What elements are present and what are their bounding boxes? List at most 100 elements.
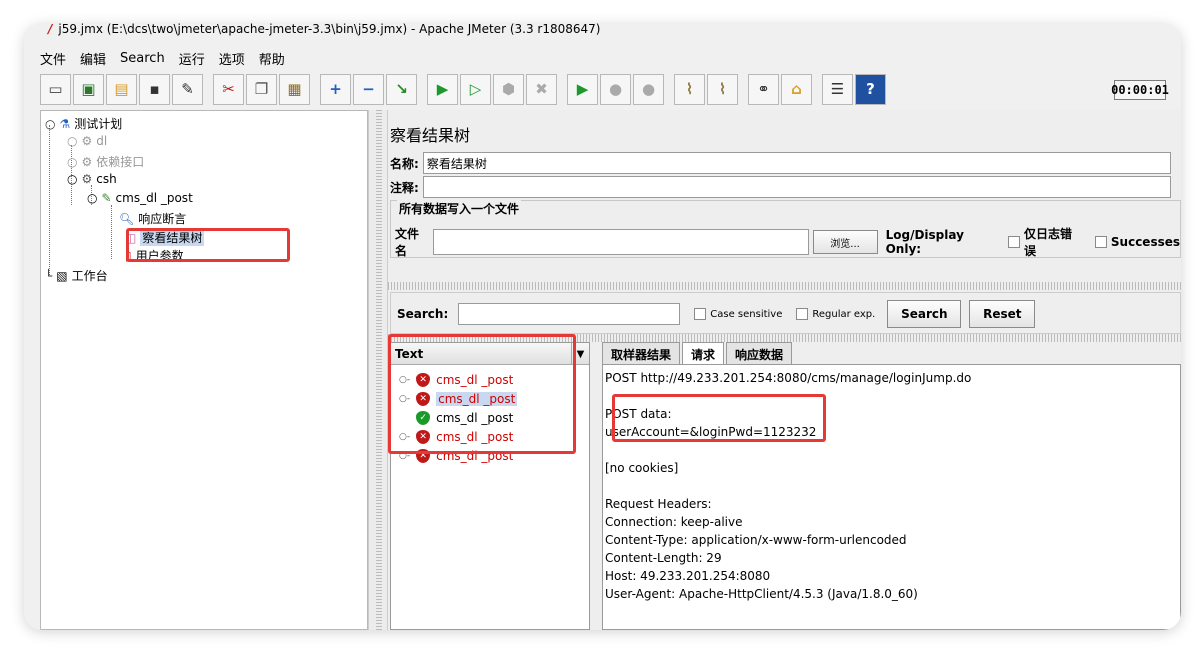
pipette-icon: ✎ bbox=[101, 191, 112, 205]
collapse-icon[interactable]: − bbox=[353, 73, 384, 105]
request-line: Host: 49.233.201.254:8080 bbox=[605, 569, 771, 583]
stop-icon[interactable]: ⬢ bbox=[493, 73, 524, 105]
window-title-bar: / j59.jmx (E:\dcs\two\jmeter\apache-jmet… bbox=[48, 22, 600, 36]
request-line bbox=[605, 441, 1178, 459]
detail-tabs: 取样器结果 请求 响应数据 bbox=[602, 342, 793, 364]
menu-file[interactable]: 文件 bbox=[40, 49, 66, 68]
save-icon[interactable]: ▪ bbox=[139, 73, 170, 105]
browse-button[interactable]: 浏览... bbox=[812, 230, 878, 254]
workbench-icon: ▧ bbox=[56, 268, 68, 283]
successes-checkbox[interactable] bbox=[1095, 236, 1107, 248]
tree-item-cms-dl-post[interactable]: ○ ✎ cms_dl _post bbox=[87, 191, 193, 205]
section-divider[interactable] bbox=[388, 282, 1181, 290]
request-line: Request Headers: bbox=[605, 497, 712, 511]
tree-item-workbench[interactable]: └ ▧ 工作台 bbox=[45, 267, 108, 284]
tree-item-csh[interactable]: ○ ⚙ csh bbox=[67, 172, 117, 186]
jmeter-window: 文件 编辑 Search 运行 选项 帮助 ▭ ▣ ▤ ▪ ✎ ✂ ❐ ▦ + … bbox=[24, 24, 1181, 630]
clear-icon[interactable]: ⌇ bbox=[674, 73, 705, 105]
tree-item-response-assertion[interactable]: 🔍︎ 响应断言 bbox=[119, 210, 186, 227]
file-row: 文件名 浏览... Log/Display Only: 仅日志错误 Succes… bbox=[395, 225, 1180, 259]
request-line bbox=[605, 477, 1178, 495]
gear-icon: ⚙ bbox=[81, 154, 93, 169]
errors-only-label: 仅日志错误 bbox=[1023, 227, 1072, 258]
tab-response-data[interactable]: 响应数据 bbox=[726, 342, 793, 364]
case-sensitive-label: Case sensitive bbox=[710, 308, 783, 320]
search-icon[interactable]: ⚭ bbox=[748, 73, 779, 105]
tree-item-dl[interactable]: ○ ⚙ dl bbox=[67, 134, 107, 148]
tree-item-dependency[interactable]: ○ ⚙ 依赖接口 bbox=[67, 153, 144, 170]
main-splitter[interactable] bbox=[368, 110, 388, 630]
menu-help[interactable]: 帮助 bbox=[259, 49, 285, 68]
cut-icon[interactable]: ✂ bbox=[213, 73, 244, 105]
gear-icon: ⚙ bbox=[81, 134, 93, 148]
reset-button[interactable]: Reset bbox=[969, 300, 1036, 328]
open-icon[interactable]: ▤ bbox=[106, 73, 137, 105]
comment-field[interactable] bbox=[422, 176, 1171, 198]
comment-row: 注释: bbox=[390, 176, 1171, 198]
search-button[interactable]: Search bbox=[887, 300, 962, 328]
tab-request[interactable]: 请求 bbox=[682, 342, 725, 364]
tree-connector bbox=[111, 205, 112, 259]
case-sensitive-checkbox[interactable] bbox=[694, 308, 707, 320]
request-line: Content-Length: 29 bbox=[605, 551, 722, 565]
search-label: Search: bbox=[397, 307, 449, 321]
remote-stop-icon[interactable]: ● bbox=[600, 73, 631, 105]
start-icon[interactable]: ▶ bbox=[427, 73, 458, 105]
paste-icon[interactable]: ▦ bbox=[279, 73, 310, 105]
file-label: 文件名 bbox=[395, 227, 420, 258]
filename-input[interactable] bbox=[433, 229, 809, 255]
expand-icon[interactable]: + bbox=[320, 73, 351, 105]
successes-label: Successes bbox=[1110, 235, 1181, 249]
elapsed-timer: 00:00:01 bbox=[1111, 80, 1169, 100]
regex-label: Regular exp. bbox=[812, 308, 876, 320]
comment-label: 注释: bbox=[390, 180, 419, 195]
magnifier-icon: 🔍︎ bbox=[119, 211, 135, 226]
clear-all-icon[interactable]: ⌇ bbox=[707, 73, 738, 105]
start-no-pause-icon[interactable]: ▷ bbox=[460, 73, 491, 105]
tree-item-test-plan[interactable]: ○ ⚗ 测试计划 bbox=[45, 115, 122, 132]
regex-checkbox[interactable] bbox=[796, 308, 809, 320]
templates-icon[interactable]: ▣ bbox=[73, 73, 104, 105]
group-title: 所有数据写入一个文件 bbox=[397, 200, 522, 217]
remote-exit-icon[interactable]: ● bbox=[633, 73, 664, 105]
gear-icon: ⚙ bbox=[81, 172, 93, 186]
jmeter-feather-icon: / bbox=[48, 22, 53, 36]
tree-connector bbox=[49, 125, 50, 275]
errors-only-checkbox[interactable] bbox=[1008, 236, 1020, 248]
name-row: 名称: bbox=[390, 152, 1171, 174]
request-line: POST http://49.233.201.254:8080/cms/mana… bbox=[605, 371, 972, 385]
request-line: [no cookies] bbox=[605, 461, 679, 475]
window-title: j59.jmx (E:\dcs\two\jmeter\apache-jmeter… bbox=[58, 22, 601, 36]
search-row: Search: Case sensitive Regular exp. Sear… bbox=[397, 300, 1036, 328]
copy-icon[interactable]: ❐ bbox=[246, 73, 277, 105]
log-display-label: Log/Display Only: bbox=[885, 228, 964, 256]
highlight-box-tree-items bbox=[126, 228, 290, 262]
menu-bar: 文件 编辑 Search 运行 选项 帮助 bbox=[40, 48, 285, 68]
request-line: Connection: keep-alive bbox=[605, 515, 743, 529]
toggle-icon[interactable]: ↘ bbox=[386, 73, 417, 105]
menu-search[interactable]: Search bbox=[120, 51, 165, 66]
menu-edit[interactable]: 编辑 bbox=[80, 49, 106, 68]
request-line: User-Agent: Apache-HttpClient/4.5.3 (Jav… bbox=[605, 587, 918, 601]
function-helper-icon[interactable]: ☰ bbox=[822, 73, 853, 105]
search-input[interactable] bbox=[458, 303, 681, 325]
menu-run[interactable]: 运行 bbox=[179, 49, 205, 68]
toolbar: ▭ ▣ ▤ ▪ ✎ ✂ ❐ ▦ + − ↘ ▶ ▷ ⬢ ✖ ▶ ● ● ⌇ ⌇ … bbox=[40, 72, 1180, 106]
highlight-box-post-data bbox=[612, 394, 826, 442]
help-icon[interactable]: ? bbox=[855, 73, 886, 105]
name-field[interactable] bbox=[422, 152, 1171, 174]
new-icon[interactable]: ▭ bbox=[40, 73, 71, 105]
panel-title: 察看结果树 bbox=[390, 126, 471, 145]
menu-options[interactable]: 选项 bbox=[219, 49, 245, 68]
reset-search-icon[interactable]: ⌂ bbox=[781, 73, 812, 105]
highlight-box-results bbox=[388, 334, 576, 454]
test-plan-tree: ○ ⚗ 测试计划 ○ ⚙ dl ○ ⚙ 依赖接口 ○ ⚙ csh ○ ✎ cms_dl … bbox=[40, 110, 368, 630]
search-area: Search: Case sensitive Regular exp. Sear… bbox=[390, 292, 1181, 334]
remote-start-icon[interactable]: ▶ bbox=[567, 73, 598, 105]
name-label: 名称: bbox=[390, 156, 419, 171]
write-to-file-group: 所有数据写入一个文件 文件名 浏览... Log/Display Only: 仅… bbox=[390, 200, 1181, 258]
shutdown-icon[interactable]: ✖ bbox=[526, 73, 557, 105]
request-line: Content-Type: application/x-www-form-url… bbox=[605, 533, 907, 547]
save-as-icon[interactable]: ✎ bbox=[172, 73, 203, 105]
tab-sampler-result[interactable]: 取样器结果 bbox=[602, 342, 681, 364]
